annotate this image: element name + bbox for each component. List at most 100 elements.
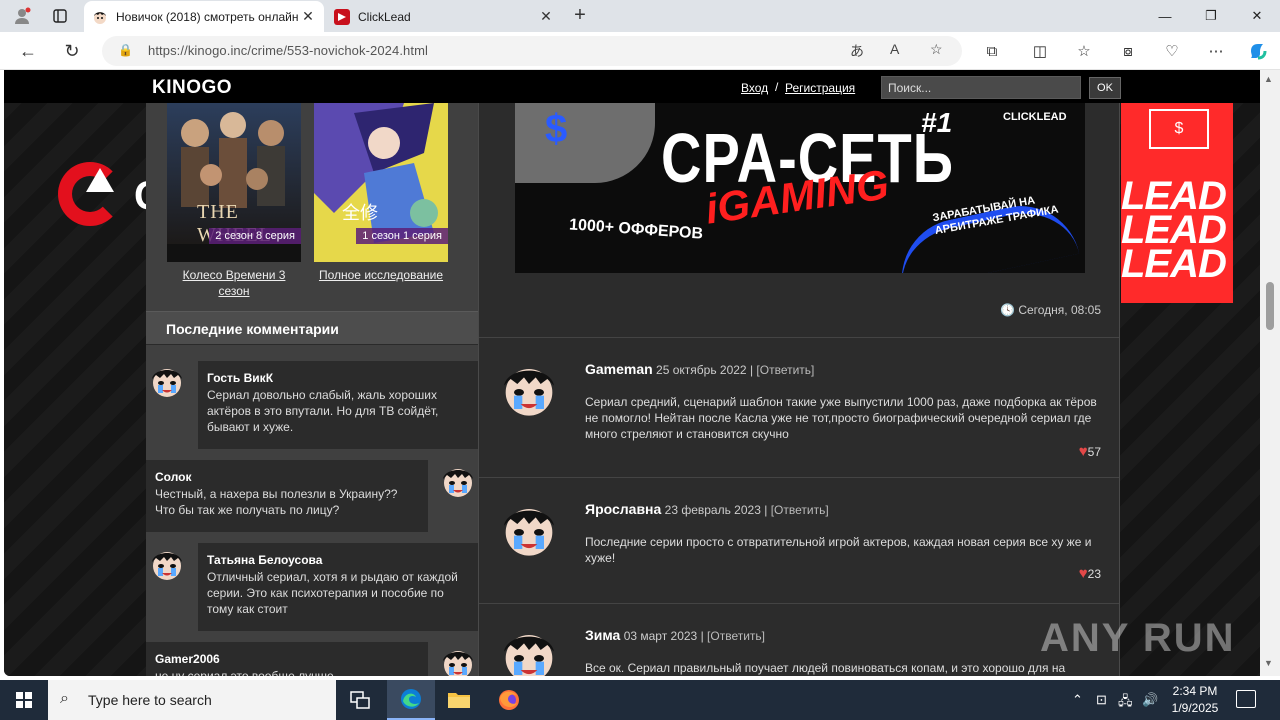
comment: Зима 03 март 2023 | [Ответить] Все ок. С… xyxy=(479,605,1119,676)
clicklead-favicon-icon xyxy=(334,8,350,25)
minimize-icon[interactable]: — xyxy=(1142,0,1188,32)
scroll-down-icon[interactable]: ▼ xyxy=(1264,658,1273,668)
close-window-icon[interactable]: ✕ xyxy=(1234,0,1280,32)
search-input[interactable] xyxy=(881,76,1081,99)
recent-comment: Гость ВикК Сериал довольно слабый, жаль … xyxy=(198,361,478,449)
favorite-star-icon[interactable]: ☆ xyxy=(930,41,943,58)
reply-link[interactable]: [Ответить] xyxy=(771,503,829,517)
comment: Gameman 25 октябрь 2022 | [Ответить] Сер… xyxy=(479,339,1119,477)
file-explorer-icon[interactable] xyxy=(435,680,483,720)
poster-title-link[interactable]: Колесо Времени 3 сезон xyxy=(167,267,301,299)
close-tab-icon[interactable]: ✕ xyxy=(538,8,554,25)
search-button[interactable]: OK xyxy=(1089,77,1121,99)
start-button[interactable] xyxy=(0,680,48,720)
comment-text: Сериал средний, сценарий шаблон такие уж… xyxy=(585,395,1097,441)
read-aloud-icon[interactable]: A xyxy=(890,41,899,57)
scroll-thumb[interactable] xyxy=(1266,282,1274,330)
more-menu-icon[interactable]: ⋯ xyxy=(1204,40,1228,62)
like-count: 57 xyxy=(1087,445,1101,459)
register-link[interactable]: Регистрация xyxy=(785,81,855,95)
banner-brand: CLICKLEAD xyxy=(1003,111,1067,123)
laptop-icon: $ xyxy=(1149,109,1209,149)
fist-graphic xyxy=(515,103,655,183)
restore-icon[interactable]: ❐ xyxy=(1188,0,1234,32)
page-scrollbar[interactable]: ▲ ▼ xyxy=(1260,70,1280,676)
system-clock[interactable]: 2:34 PM 1/9/2025 xyxy=(1160,683,1230,717)
device-icon[interactable]: ⊡ xyxy=(1096,692,1107,708)
reply-link[interactable]: [Ответить] xyxy=(707,629,765,643)
comment-author[interactable]: Ярославна xyxy=(585,501,661,517)
reply-link[interactable]: [Ответить] xyxy=(756,363,814,377)
poster-wheel-of-time[interactable]: THE WHEEL 2 сезон 8 серия xyxy=(167,103,301,262)
like-button[interactable]: ♥23 xyxy=(1079,565,1101,582)
url-text[interactable]: https://kinogo.inc/crime/553-novichok-20… xyxy=(148,43,428,58)
comment-text: Сериал довольно слабый, жаль хороших акт… xyxy=(207,388,439,434)
firefox-icon[interactable] xyxy=(485,680,533,720)
ad-banner-clicklead[interactable]: $ CPA-СЕТЬ #1 CLICKLEAD iGAMING 1000+ ОФ… xyxy=(515,103,1085,273)
taskbar-search[interactable]: ⌕ Type here to search xyxy=(48,680,336,720)
reload-icon[interactable]: ↻ xyxy=(58,38,86,64)
translate-icon[interactable]: あ xyxy=(850,41,864,61)
poster-polnoe-issledovanie[interactable]: 全修 1 сезон 1 серия xyxy=(314,103,448,262)
separator: | xyxy=(749,363,754,377)
browser-essentials-icon[interactable]: ♡ xyxy=(1160,40,1184,62)
clock-date: 1/9/2025 xyxy=(1171,701,1219,715)
search-placeholder: Type here to search xyxy=(88,692,212,708)
dollar-icon: $ xyxy=(1174,120,1184,137)
site-logo[interactable]: KINOGO xyxy=(152,77,232,99)
lock-icon[interactable]: 🔒 xyxy=(118,43,133,57)
network-icon[interactable]: 🖧 xyxy=(1118,692,1133,714)
dollar-icon: $ xyxy=(545,107,568,151)
login-link[interactable]: Вход xyxy=(741,81,768,95)
ad-banner-right[interactable]: $ LEAD LEAD LEAD xyxy=(1121,103,1233,303)
address-toolbar: ← ↻ 🔒 https://kinogo.inc/crime/553-novic… xyxy=(0,32,1280,70)
comment-author[interactable]: Татьяна Белоусова xyxy=(207,553,469,567)
comment-author[interactable]: Зима xyxy=(585,627,620,643)
new-tab-button[interactable]: + xyxy=(568,4,592,28)
comment-header: Зима 03 март 2023 | [Ответить] xyxy=(585,627,765,643)
comment-author[interactable]: Солок xyxy=(155,470,419,484)
post-date: 🕓 Сегодня, 08:05 xyxy=(1000,303,1101,317)
comment-header: Gameman 25 октябрь 2022 | [Ответить] xyxy=(585,361,814,377)
site-header: KINOGO Вход / Регистрация OK xyxy=(4,70,1260,103)
tab-kinogo[interactable]: Новичок (2018) смотреть онлайн ✕ xyxy=(84,1,324,32)
recent-comment: Gamer2006 не ну сериал это вообще лучше.… xyxy=(146,642,428,676)
close-tab-icon[interactable]: ✕ xyxy=(300,8,316,25)
post-date-text: Сегодня, 08:05 xyxy=(1018,303,1101,317)
tab-title: Новичок (2018) смотреть онлайн xyxy=(116,9,299,24)
split-screen-icon[interactable]: ◫ xyxy=(1028,40,1052,62)
poster-title-link[interactable]: Полное исследование xyxy=(314,267,448,283)
windows-logo-icon xyxy=(16,692,32,708)
extensions-icon[interactable]: ⧉ xyxy=(980,40,1004,62)
address-bar[interactable]: 🔒 https://kinogo.inc/crime/553-novichok-… xyxy=(102,36,962,66)
back-icon[interactable]: ← xyxy=(14,38,42,64)
comment-author[interactable]: Gameman xyxy=(585,361,653,377)
like-button[interactable]: ♥57 xyxy=(1079,443,1101,460)
collections-icon[interactable]: ⧇ xyxy=(1116,40,1140,62)
recent-comment: Татьяна Белоусова Отличный сериал, хотя … xyxy=(198,543,478,631)
search-icon: ⌕ xyxy=(60,690,69,707)
edge-taskbar-icon[interactable] xyxy=(387,680,435,720)
comment-author[interactable]: Gamer2006 xyxy=(155,652,419,666)
comment-text: Все ок. Сериал правильный поучает людей … xyxy=(585,661,1066,675)
comment-author[interactable]: Гость ВикК xyxy=(207,371,469,385)
task-view-icon[interactable] xyxy=(336,680,384,720)
tray-overflow-icon[interactable]: ⌃ xyxy=(1072,692,1083,708)
left-sidebar: THE WHEEL 2 сезон 8 серия Колесо Времени… xyxy=(146,103,478,676)
volume-icon[interactable]: 🔊 xyxy=(1142,692,1158,708)
windows-taskbar: ⌕ Type here to search ⌃ ⊡ 🖧 🔊 2:34 PM 1/… xyxy=(0,680,1280,720)
comment-date: 03 март 2023 xyxy=(623,629,698,643)
tab-clicklead[interactable]: ClickLead ✕ xyxy=(326,1,562,32)
profile-icon[interactable] xyxy=(8,4,36,28)
notifications-icon[interactable] xyxy=(1236,690,1256,708)
page-viewport: C KINOGO Вход / Регистрация OK THE WHEEL… xyxy=(4,70,1260,676)
comment-text: Последние серии просто с отвратительной … xyxy=(585,535,1092,565)
comment-date: 25 октябрь 2022 xyxy=(656,363,747,377)
scroll-up-icon[interactable]: ▲ xyxy=(1264,74,1273,84)
divider xyxy=(479,603,1119,604)
tab-actions-icon[interactable] xyxy=(46,4,74,28)
copilot-icon[interactable] xyxy=(1246,40,1270,62)
banner-offers: 1000+ ОФФЕРОВ xyxy=(568,216,704,243)
comment-text: Честный, а нахера вы полезли в Украину??… xyxy=(155,487,398,517)
favorites-icon[interactable]: ☆ xyxy=(1072,40,1096,62)
